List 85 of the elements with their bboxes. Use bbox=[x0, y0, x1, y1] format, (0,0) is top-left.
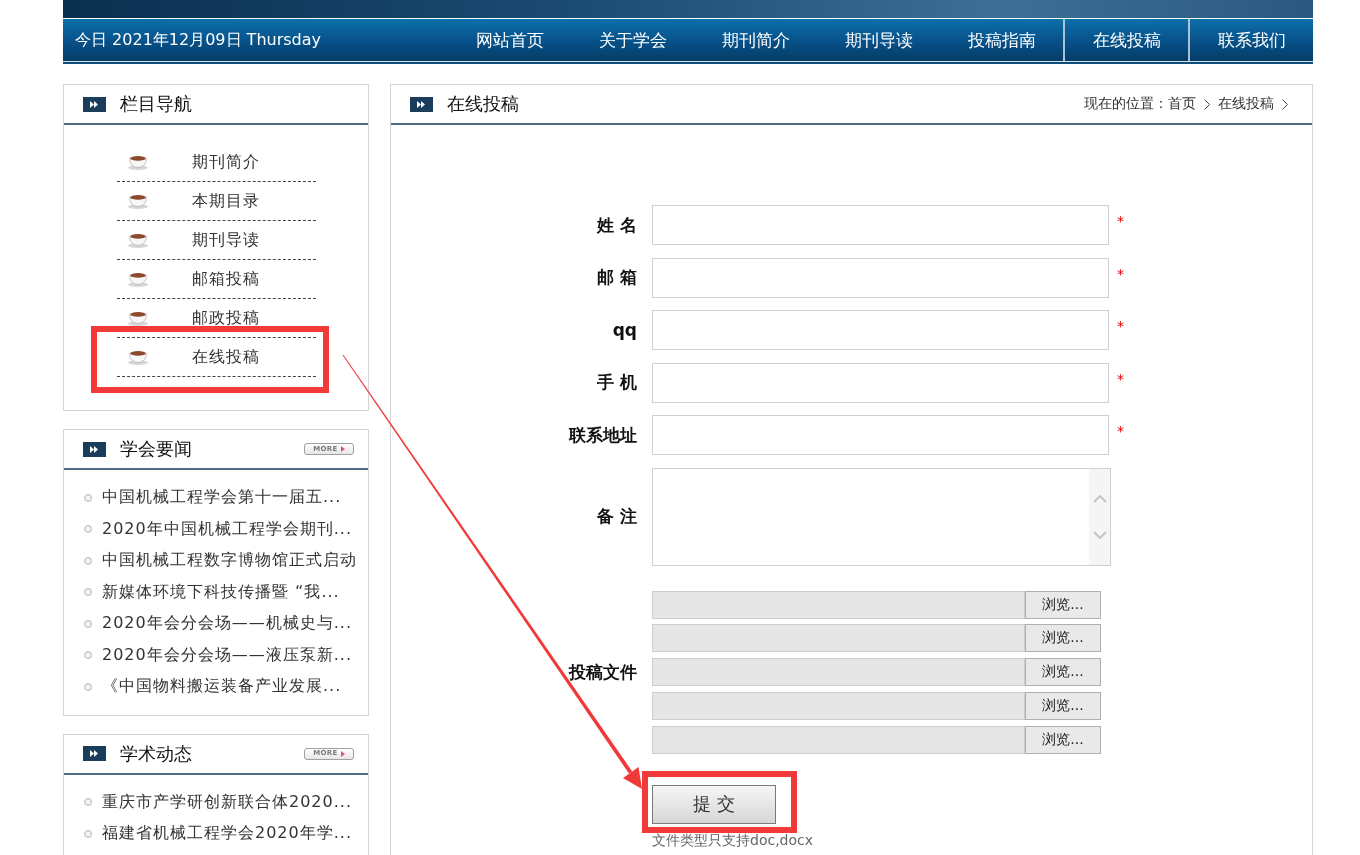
breadcrumb-link[interactable]: 首页 bbox=[1168, 95, 1196, 113]
nav-link[interactable]: 投稿指南 bbox=[940, 19, 1064, 61]
field-label: qq bbox=[611, 320, 637, 340]
fast-forward-icon bbox=[83, 746, 106, 761]
news-link[interactable]: 2020年中国机械工程学会期刊... bbox=[84, 513, 368, 545]
file-path-field[interactable] bbox=[652, 691, 1025, 720]
sidebar-menu-item[interactable]: 邮政投稿 bbox=[117, 299, 316, 338]
bullet-icon bbox=[84, 619, 92, 628]
browse-button[interactable]: 浏览... bbox=[1025, 590, 1101, 619]
field-label: 邮 箱 bbox=[596, 266, 637, 289]
nav-link[interactable]: 关于学会 bbox=[571, 19, 695, 61]
page-title: 在线投稿 bbox=[447, 92, 519, 116]
panel-title: 栏目导航 bbox=[120, 92, 192, 116]
bullet-icon bbox=[84, 651, 92, 660]
sidebar-menu-item[interactable]: 期刊导读 bbox=[117, 221, 316, 260]
bullet-icon bbox=[84, 525, 92, 534]
file-type-note: 文件类型只支持doc,docx bbox=[652, 831, 815, 850]
browse-button[interactable]: 浏览... bbox=[1025, 725, 1101, 754]
teacup-icon bbox=[128, 154, 148, 170]
scrollbar[interactable] bbox=[1089, 468, 1110, 565]
news-link[interactable]: 中国机械工程学会第十一届五... bbox=[84, 482, 368, 514]
news-link[interactable]: 2020年会分会场——液压泵新... bbox=[84, 639, 368, 671]
fast-forward-icon bbox=[410, 96, 433, 112]
field-label: 姓 名 bbox=[595, 213, 637, 237]
news-link[interactable]: 《中国物料搬运装备产业发展... bbox=[84, 671, 368, 703]
field-label: 联系地址 bbox=[567, 423, 637, 447]
chevron-right-icon bbox=[1282, 98, 1288, 110]
nav-link[interactable]: 联系我们 bbox=[1190, 19, 1313, 61]
date-text: 今日 2021年12月09日 Thursday bbox=[75, 29, 321, 51]
browse-button[interactable]: 浏览... bbox=[1025, 691, 1101, 720]
nav-link[interactable]: 期刊简介 bbox=[694, 19, 818, 61]
input-field[interactable] bbox=[652, 362, 1109, 403]
file-path-field[interactable] bbox=[652, 590, 1025, 619]
panel-title: 学术动态 bbox=[120, 741, 192, 766]
input-field[interactable] bbox=[652, 415, 1109, 455]
teacup-icon bbox=[128, 232, 148, 248]
sidebar-menu-item[interactable]: 本期目录 bbox=[117, 182, 316, 221]
required-mark: * bbox=[1117, 264, 1124, 282]
bullet-icon bbox=[84, 682, 92, 691]
breadcrumb-label: 现在的位置： bbox=[1084, 95, 1168, 113]
bullet-icon bbox=[84, 798, 92, 807]
input-field[interactable] bbox=[652, 257, 1109, 298]
input-field[interactable] bbox=[652, 205, 1109, 245]
required-mark: * bbox=[1117, 422, 1124, 439]
teacup-icon bbox=[128, 349, 148, 365]
teacup-icon bbox=[128, 193, 148, 209]
bullet-icon bbox=[84, 556, 92, 565]
triangle-icon bbox=[340, 750, 345, 757]
sidebar-menu-item[interactable]: 期刊简介 bbox=[117, 143, 316, 182]
sidebar-menu-item[interactable]: 在线投稿 bbox=[117, 338, 316, 377]
field-label: 备 注 bbox=[596, 505, 637, 528]
breadcrumb-link[interactable]: 在线投稿 bbox=[1218, 95, 1274, 113]
teacup-icon bbox=[128, 271, 148, 287]
fast-forward-icon bbox=[83, 96, 106, 112]
browse-button[interactable]: 浏览... bbox=[1025, 658, 1101, 686]
textarea-field[interactable] bbox=[652, 467, 1111, 566]
file-path-field[interactable] bbox=[652, 658, 1025, 686]
nav-link[interactable]: 网站首页 bbox=[449, 19, 572, 61]
browse-button[interactable]: 浏览... bbox=[1025, 624, 1101, 653]
file-path-field[interactable] bbox=[652, 624, 1025, 653]
chevron-up-icon bbox=[1092, 494, 1107, 503]
submit-button[interactable]: 提 交 bbox=[652, 784, 776, 824]
triangle-icon bbox=[340, 446, 345, 452]
teacup-icon bbox=[128, 310, 148, 326]
bullet-icon bbox=[84, 588, 92, 597]
required-mark: * bbox=[1117, 212, 1124, 229]
nav-link[interactable]: 期刊导读 bbox=[817, 19, 941, 61]
news-link[interactable]: 2020年会分会场——机械史与... bbox=[84, 608, 368, 640]
fast-forward-icon bbox=[83, 441, 106, 457]
chevron-down-icon bbox=[1092, 530, 1107, 539]
required-mark: * bbox=[1117, 369, 1124, 387]
sidebar-menu-item[interactable]: 邮箱投稿 bbox=[117, 260, 316, 299]
bullet-icon bbox=[84, 829, 92, 838]
panel-title: 学会要闻 bbox=[120, 437, 192, 461]
bullet-icon bbox=[84, 493, 92, 502]
field-label: 手 机 bbox=[596, 371, 637, 394]
file-path-field[interactable] bbox=[652, 725, 1025, 754]
news-link[interactable]: 中国机械工程数字博物馆正式启动 bbox=[84, 545, 368, 577]
required-mark: * bbox=[1117, 317, 1124, 334]
input-field[interactable] bbox=[652, 310, 1109, 350]
chevron-right-icon bbox=[1204, 98, 1210, 110]
news-link[interactable]: 福建省机械工程学会2020年学... bbox=[84, 818, 368, 850]
news-link[interactable]: 新媒体环境下科技传播暨 “我... bbox=[84, 576, 368, 608]
field-label: 投稿文件 bbox=[567, 660, 637, 684]
news-link[interactable]: 重庆市产学研创新联合体2020... bbox=[84, 786, 368, 818]
